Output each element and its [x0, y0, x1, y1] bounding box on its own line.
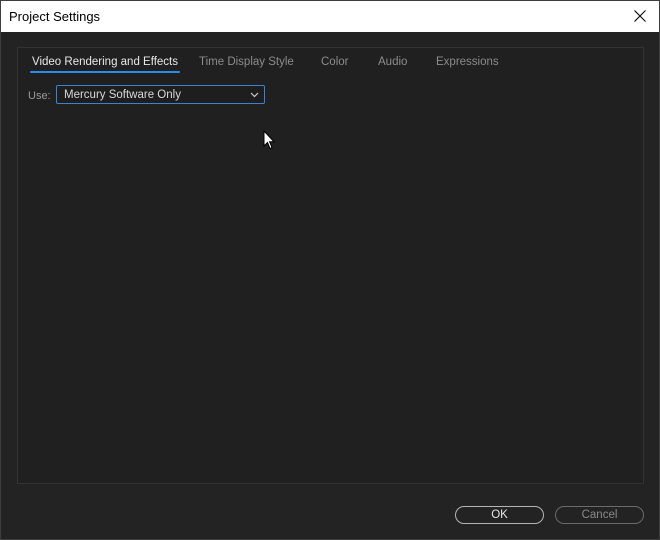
tab-time-display-style[interactable]: Time Display Style — [199, 54, 294, 70]
tab-color[interactable]: Color — [321, 54, 348, 70]
dialog-title: Project Settings — [9, 9, 101, 24]
renderer-select[interactable]: Mercury Software Only — [56, 85, 265, 104]
title-bar[interactable]: Project Settings — [1, 1, 659, 32]
mouse-pointer-icon — [263, 130, 275, 150]
ok-button[interactable]: OK — [455, 506, 544, 524]
renderer-select-value: Mercury Software Only — [64, 89, 181, 101]
settings-panel — [17, 47, 644, 484]
tab-video-rendering-and-effects[interactable]: Video Rendering and Effects — [30, 54, 180, 73]
cancel-button[interactable]: Cancel — [555, 506, 644, 524]
close-button[interactable] — [625, 2, 655, 30]
chevron-down-icon — [250, 92, 259, 98]
tab-expressions[interactable]: Expressions — [436, 54, 499, 70]
tab-label: Video Rendering and Effects — [32, 56, 178, 68]
active-tab-indicator — [30, 71, 180, 73]
close-icon — [634, 10, 646, 22]
renderer-use-label: Use: — [28, 90, 51, 102]
project-settings-dialog: Project Settings Video Rendering and Eff… — [0, 0, 660, 540]
tab-audio[interactable]: Audio — [378, 54, 407, 70]
